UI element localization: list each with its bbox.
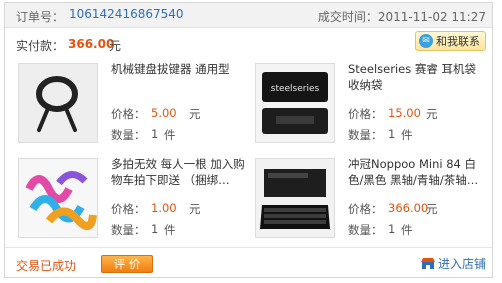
item-quantity: 1 — [388, 222, 396, 236]
price-unit: 元 — [426, 202, 438, 216]
item-price: 15.00 — [388, 106, 421, 120]
item-thumbnail-cable-ties[interactable] — [18, 158, 98, 238]
item-quantity: 1 — [151, 222, 159, 236]
paid-amount: 366.00 — [68, 37, 115, 51]
item-thumbnail-keyboard[interactable] — [255, 158, 335, 238]
rate-button[interactable]: 评 价 — [101, 255, 153, 273]
item-thumbnail-keycap-puller[interactable] — [18, 63, 98, 143]
quantity-unit: 件 — [164, 223, 176, 237]
quantity-label: 数量： — [111, 223, 146, 237]
order-header: 订单号： 106142416867540 成交时间：2011-11-02 11:… — [5, 3, 492, 28]
order-item: 机械键盘拔键器 通用型 价格： 5.00 元 数量： 1 件 — [18, 61, 256, 149]
price-unit: 元 — [426, 107, 438, 121]
item-price: 1.00 — [151, 201, 177, 215]
price-label: 价格： — [111, 107, 146, 121]
price-unit: 元 — [189, 202, 201, 216]
item-price: 366.00 — [388, 201, 429, 215]
price-label: 价格： — [348, 202, 383, 216]
item-quantity: 1 — [151, 127, 159, 141]
quantity-unit: 件 — [401, 223, 413, 237]
price-unit: 元 — [189, 107, 201, 121]
order-item: 冲冠Noppoo Mini 84 白色/黑色 黑轴/青轴/茶轴… 价格： 366… — [255, 156, 493, 244]
deal-time: 成交时间：2011-11-02 11:27 — [318, 8, 486, 25]
svg-text:steelseries: steelseries — [271, 84, 320, 94]
paid-label: 实付款： — [16, 39, 65, 53]
contact-seller-label: 和我联系 — [436, 35, 480, 48]
price-label: 价格： — [348, 107, 383, 121]
item-price: 5.00 — [151, 106, 177, 120]
order-status: 交易已成功 — [16, 259, 77, 273]
item-quantity: 1 — [388, 127, 396, 141]
quantity-label: 数量： — [348, 223, 383, 237]
enter-shop-link[interactable]: 进入店铺 — [420, 255, 486, 272]
shop-icon — [420, 258, 435, 269]
deal-time-value: 2011-11-02 11:27 — [377, 10, 486, 24]
contact-seller-button[interactable]: ✉ 和我联系 — [415, 31, 486, 51]
order-number-label: 订单号： — [16, 10, 65, 24]
order-footer: 交易已成功 评 价 进入店铺 — [5, 247, 492, 278]
order-item: 多拍无效 每人一根 加入购物车拍下即送 （捆绑… 价格： 1.00 元 数量： … — [18, 156, 256, 244]
item-title[interactable]: 多拍无效 每人一根 加入购物车拍下即送 （捆绑… — [111, 156, 253, 188]
enter-shop-label: 进入店铺 — [437, 257, 486, 271]
quantity-label: 数量： — [111, 128, 146, 142]
item-title[interactable]: 机械键盘拔键器 通用型 — [111, 61, 253, 77]
chat-icon: ✉ — [419, 34, 433, 48]
order-number-link[interactable]: 106142416867540 — [69, 7, 184, 21]
paid-unit: 元 — [109, 39, 122, 53]
item-title[interactable]: 冲冠Noppoo Mini 84 白色/黑色 黑轴/青轴/茶轴… — [348, 156, 490, 188]
order-item: steelseries Steelseries 赛睿 耳机袋 收纳袋 价格： 1… — [255, 61, 493, 149]
deal-time-label: 成交时间： — [317, 10, 378, 24]
order-card: 订单号： 106142416867540 成交时间：2011-11-02 11:… — [4, 2, 493, 278]
price-label: 价格： — [111, 202, 146, 216]
quantity-label: 数量： — [348, 128, 383, 142]
item-title[interactable]: Steelseries 赛睿 耳机袋 收纳袋 — [348, 61, 490, 93]
quantity-unit: 件 — [401, 128, 413, 142]
quantity-unit: 件 — [164, 128, 176, 142]
item-thumbnail-headphone-pouch[interactable]: steelseries — [255, 63, 335, 143]
